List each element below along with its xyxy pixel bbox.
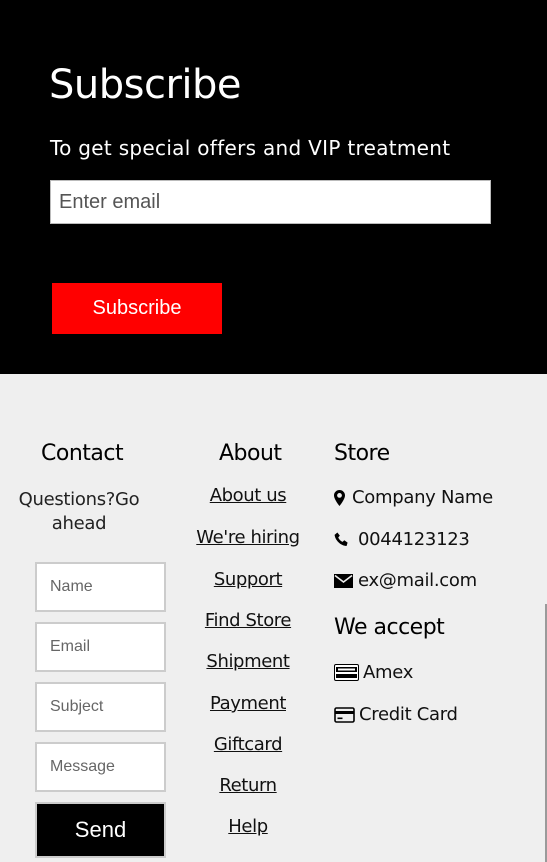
- store-heading: Store: [334, 441, 390, 466]
- about-link-support[interactable]: Support: [188, 569, 308, 590]
- payment-credit-card-label: Credit Card: [359, 704, 458, 725]
- contact-heading: Contact: [41, 441, 124, 466]
- store-company-label: Company Name: [352, 487, 493, 508]
- subscribe-subtitle: To get special offers and VIP treatment: [50, 136, 451, 160]
- payment-amex: Amex: [334, 662, 413, 683]
- about-link-payment[interactable]: Payment: [188, 693, 308, 714]
- about-link-hiring[interactable]: We're hiring: [188, 527, 308, 548]
- store-email-label: ex@mail.com: [358, 570, 477, 591]
- subscribe-button[interactable]: Subscribe: [52, 283, 222, 334]
- store-email: ex@mail.com: [334, 570, 477, 591]
- payment-credit-card: Credit Card: [334, 704, 458, 725]
- contact-subject-field[interactable]: [35, 682, 166, 732]
- about-link-about-us[interactable]: About us: [188, 485, 308, 506]
- subscribe-section: Subscribe To get special offers and VIP …: [0, 0, 547, 374]
- send-button[interactable]: Send: [35, 802, 166, 858]
- about-link-return[interactable]: Return: [188, 775, 308, 796]
- about-link-shipment[interactable]: Shipment: [188, 651, 308, 672]
- contact-message-field[interactable]: [35, 742, 166, 792]
- about-link-find-store[interactable]: Find Store: [188, 610, 308, 631]
- store-phone: 0044123123: [334, 529, 470, 550]
- map-marker-icon: [334, 488, 348, 508]
- phone-icon: [334, 530, 354, 550]
- subscribe-title: Subscribe: [49, 62, 242, 108]
- subscribe-email-input[interactable]: [50, 180, 491, 224]
- about-link-help[interactable]: Help: [188, 816, 308, 837]
- credit-card-icon: [334, 705, 356, 725]
- contact-text: Questions?Go ahead: [18, 489, 140, 534]
- about-heading: About: [219, 441, 282, 466]
- amex-card-icon: [334, 663, 360, 683]
- contact-email-field[interactable]: [35, 622, 166, 672]
- we-accept-heading: We accept: [334, 615, 445, 640]
- footer: Contact Questions?Go ahead Send About Ab…: [0, 374, 547, 862]
- about-link-giftcard[interactable]: Giftcard: [188, 734, 308, 755]
- envelope-icon: [334, 571, 354, 591]
- contact-name-field[interactable]: [35, 562, 166, 612]
- store-phone-label: 0044123123: [358, 529, 470, 550]
- store-company: Company Name: [334, 487, 493, 508]
- payment-amex-label: Amex: [363, 662, 414, 683]
